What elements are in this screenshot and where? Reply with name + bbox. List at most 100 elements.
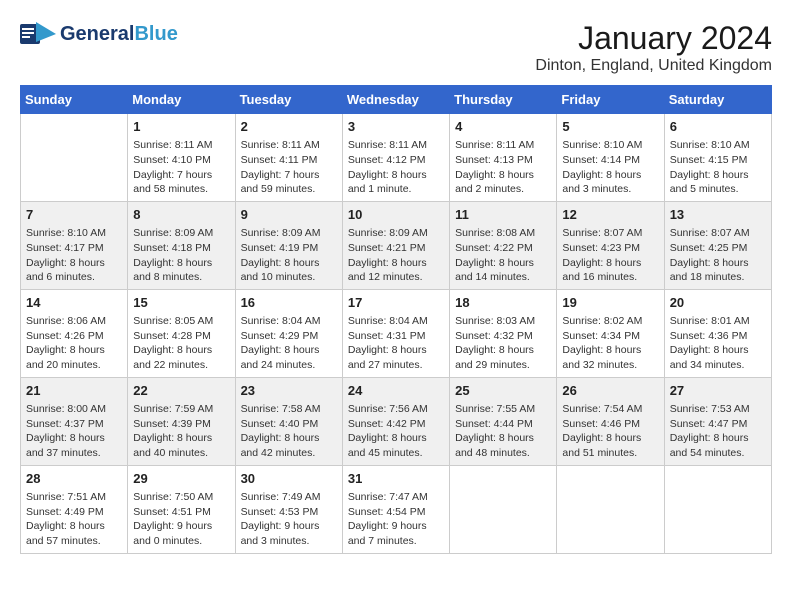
day-number: 17 — [348, 294, 444, 312]
day-number: 20 — [670, 294, 766, 312]
weekday-header-thursday: Thursday — [450, 86, 557, 114]
day-info: Sunrise: 8:04 AMSunset: 4:29 PMDaylight:… — [241, 314, 337, 373]
weekday-header-tuesday: Tuesday — [235, 86, 342, 114]
day-info: Sunrise: 8:10 AMSunset: 4:17 PMDaylight:… — [26, 226, 122, 285]
day-info: Sunrise: 8:09 AMSunset: 4:19 PMDaylight:… — [241, 226, 337, 285]
calendar-cell: 16 Sunrise: 8:04 AMSunset: 4:29 PMDayligh… — [235, 289, 342, 377]
day-info: Sunrise: 8:02 AMSunset: 4:34 PMDaylight:… — [562, 314, 658, 373]
calendar-cell: 23 Sunrise: 7:58 AMSunset: 4:40 PMDayligh… — [235, 377, 342, 465]
calendar-cell: 1 Sunrise: 8:11 AMSunset: 4:10 PMDaylight… — [128, 114, 235, 202]
calendar-cell: 7 Sunrise: 8:10 AMSunset: 4:17 PMDaylight… — [21, 201, 128, 289]
calendar-cell: 6Sunrise: 8:10 AMSunset: 4:15 PMDaylight… — [664, 114, 771, 202]
day-info: Sunrise: 7:51 AMSunset: 4:49 PMDaylight:… — [26, 490, 122, 549]
calendar-cell: 21Sunrise: 8:00 AMSunset: 4:37 PMDayligh… — [21, 377, 128, 465]
month-title: January 2024 — [535, 20, 772, 57]
calendar-cell: 10Sunrise: 8:09 AMSunset: 4:21 PMDayligh… — [342, 201, 449, 289]
calendar-cell — [21, 114, 128, 202]
day-number: 30 — [241, 470, 337, 488]
day-info: Sunrise: 7:54 AMSunset: 4:46 PMDaylight:… — [562, 402, 658, 461]
weekday-header-wednesday: Wednesday — [342, 86, 449, 114]
calendar-cell: 24 Sunrise: 7:56 AMSunset: 4:42 PMDayligh… — [342, 377, 449, 465]
day-info: Sunrise: 8:01 AMSunset: 4:36 PMDaylight:… — [670, 314, 766, 373]
day-number: 15 — [133, 294, 229, 312]
day-info: Sunrise: 8:11 AMSunset: 4:10 PMDaylight:… — [133, 138, 229, 197]
calendar-cell: 14Sunrise: 8:06 AMSunset: 4:26 PMDayligh… — [21, 289, 128, 377]
calendar-cell: 27 Sunrise: 7:53 AMSunset: 4:47 PMDayligh… — [664, 377, 771, 465]
day-info: Sunrise: 8:10 AMSunset: 4:14 PMDaylight:… — [562, 138, 658, 197]
weekday-header-friday: Friday — [557, 86, 664, 114]
logo-text-main: General — [60, 23, 134, 45]
day-info: Sunrise: 8:07 AMSunset: 4:25 PMDaylight:… — [670, 226, 766, 285]
logo-text-sub: Blue — [134, 23, 177, 45]
day-number: 16 — [241, 294, 337, 312]
calendar-cell: 11 Sunrise: 8:08 AMSunset: 4:22 PMDayligh… — [450, 201, 557, 289]
calendar-cell: 19 Sunrise: 8:02 AMSunset: 4:34 PMDayligh… — [557, 289, 664, 377]
day-info: Sunrise: 8:07 AMSunset: 4:23 PMDaylight:… — [562, 226, 658, 285]
day-info: Sunrise: 7:47 AMSunset: 4:54 PMDaylight:… — [348, 490, 444, 549]
calendar-cell: 22 Sunrise: 7:59 AMSunset: 4:39 PMDayligh… — [128, 377, 235, 465]
day-number: 13 — [670, 206, 766, 224]
day-info: Sunrise: 8:00 AMSunset: 4:37 PMDaylight:… — [26, 402, 122, 461]
day-info: Sunrise: 8:03 AMSunset: 4:32 PMDaylight:… — [455, 314, 551, 373]
calendar-cell — [557, 465, 664, 553]
logo-icon — [20, 20, 56, 48]
calendar-table: SundayMondayTuesdayWednesdayThursdayFrid… — [20, 85, 772, 554]
day-info: Sunrise: 7:55 AMSunset: 4:44 PMDaylight:… — [455, 402, 551, 461]
day-number: 22 — [133, 382, 229, 400]
calendar-cell: 18 Sunrise: 8:03 AMSunset: 4:32 PMDayligh… — [450, 289, 557, 377]
day-number: 18 — [455, 294, 551, 312]
day-info: Sunrise: 8:09 AMSunset: 4:18 PMDaylight:… — [133, 226, 229, 285]
calendar-cell — [664, 465, 771, 553]
calendar-cell: 2 Sunrise: 8:11 AMSunset: 4:11 PMDaylight… — [235, 114, 342, 202]
calendar-cell: 4Sunrise: 8:11 AMSunset: 4:13 PMDaylight… — [450, 114, 557, 202]
calendar-cell: 13 Sunrise: 8:07 AMSunset: 4:25 PMDayligh… — [664, 201, 771, 289]
day-number: 9 — [241, 206, 337, 224]
day-info: Sunrise: 8:11 AMSunset: 4:11 PMDaylight:… — [241, 138, 337, 197]
day-number: 11 — [455, 206, 551, 224]
calendar-cell: 17Sunrise: 8:04 AMSunset: 4:31 PMDayligh… — [342, 289, 449, 377]
calendar-cell: 25Sunrise: 7:55 AMSunset: 4:44 PMDayligh… — [450, 377, 557, 465]
day-info: Sunrise: 7:56 AMSunset: 4:42 PMDaylight:… — [348, 402, 444, 461]
day-info: Sunrise: 8:08 AMSunset: 4:22 PMDaylight:… — [455, 226, 551, 285]
calendar-week-row: 21Sunrise: 8:00 AMSunset: 4:37 PMDayligh… — [21, 377, 772, 465]
day-number: 24 — [348, 382, 444, 400]
location: Dinton, England, United Kingdom — [535, 57, 772, 75]
calendar-cell: 29Sunrise: 7:50 AMSunset: 4:51 PMDayligh… — [128, 465, 235, 553]
day-number: 23 — [241, 382, 337, 400]
calendar-cell: 26 Sunrise: 7:54 AMSunset: 4:46 PMDayligh… — [557, 377, 664, 465]
day-number: 2 — [241, 118, 337, 136]
page-header: GeneralBlue January 2024 Dinton, England… — [20, 20, 772, 75]
day-info: Sunrise: 7:53 AMSunset: 4:47 PMDaylight:… — [670, 402, 766, 461]
day-info: Sunrise: 8:05 AMSunset: 4:28 PMDaylight:… — [133, 314, 229, 373]
calendar-week-row: 28 Sunrise: 7:51 AMSunset: 4:49 PMDayligh… — [21, 465, 772, 553]
day-info: Sunrise: 7:59 AMSunset: 4:39 PMDaylight:… — [133, 402, 229, 461]
day-number: 1 — [133, 118, 229, 136]
calendar-week-row: 7 Sunrise: 8:10 AMSunset: 4:17 PMDaylight… — [21, 201, 772, 289]
day-info: Sunrise: 8:11 AMSunset: 4:12 PMDaylight:… — [348, 138, 444, 197]
day-number: 8 — [133, 206, 229, 224]
weekday-header-sunday: Sunday — [21, 86, 128, 114]
title-block: January 2024 Dinton, England, United Kin… — [535, 20, 772, 75]
calendar-cell: 30Sunrise: 7:49 AMSunset: 4:53 PMDayligh… — [235, 465, 342, 553]
day-number: 3 — [348, 118, 444, 136]
day-number: 26 — [562, 382, 658, 400]
weekday-header-monday: Monday — [128, 86, 235, 114]
calendar-cell: 8 Sunrise: 8:09 AMSunset: 4:18 PMDaylight… — [128, 201, 235, 289]
weekday-header-saturday: Saturday — [664, 86, 771, 114]
calendar-cell: 9 Sunrise: 8:09 AMSunset: 4:19 PMDaylight… — [235, 201, 342, 289]
calendar-cell: 3 Sunrise: 8:11 AMSunset: 4:12 PMDaylight… — [342, 114, 449, 202]
day-number: 14 — [26, 294, 122, 312]
calendar-week-row: 14Sunrise: 8:06 AMSunset: 4:26 PMDayligh… — [21, 289, 772, 377]
day-info: Sunrise: 7:58 AMSunset: 4:40 PMDaylight:… — [241, 402, 337, 461]
day-number: 12 — [562, 206, 658, 224]
day-info: Sunrise: 7:50 AMSunset: 4:51 PMDaylight:… — [133, 490, 229, 549]
calendar-cell: 5Sunrise: 8:10 AMSunset: 4:14 PMDaylight… — [557, 114, 664, 202]
day-number: 6 — [670, 118, 766, 136]
calendar-cell: 28 Sunrise: 7:51 AMSunset: 4:49 PMDayligh… — [21, 465, 128, 553]
day-number: 7 — [26, 206, 122, 224]
day-number: 28 — [26, 470, 122, 488]
calendar-week-row: 1 Sunrise: 8:11 AMSunset: 4:10 PMDaylight… — [21, 114, 772, 202]
calendar-cell: 20 Sunrise: 8:01 AMSunset: 4:36 PMDayligh… — [664, 289, 771, 377]
day-number: 19 — [562, 294, 658, 312]
day-number: 27 — [670, 382, 766, 400]
